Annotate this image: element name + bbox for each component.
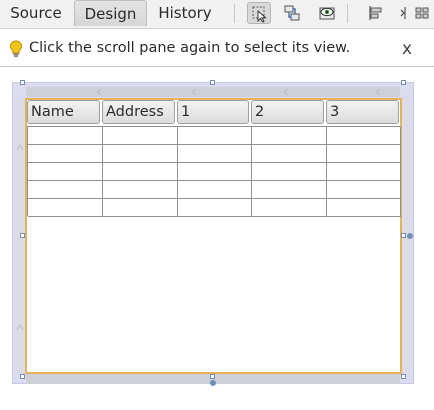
table-cell[interactable]	[327, 163, 401, 181]
table-cell[interactable]	[252, 145, 327, 163]
table-cell[interactable]	[252, 163, 327, 181]
resize-handle-top-right[interactable]	[401, 80, 406, 85]
scroll-pane-left-markers	[16, 144, 24, 331]
scroll-pane-top-markers	[96, 88, 381, 96]
table-cell[interactable]	[103, 199, 178, 217]
table-cell[interactable]	[178, 163, 252, 181]
connection-mode-button[interactable]	[280, 2, 304, 24]
table-cell[interactable]	[252, 181, 327, 199]
table-cell[interactable]	[327, 181, 401, 199]
hint-bar: Click the scroll pane again to select it…	[0, 32, 434, 67]
table-header-2[interactable]: 2	[251, 100, 324, 124]
table-cell[interactable]	[327, 199, 401, 217]
align-more-button[interactable]	[411, 2, 433, 24]
selection-mode-button[interactable]	[247, 2, 271, 24]
anchor-right-icon[interactable]	[407, 233, 413, 239]
tab-design[interactable]: Design	[74, 0, 147, 26]
table-cell[interactable]	[103, 127, 178, 145]
table-header-name[interactable]: Name	[27, 100, 100, 124]
connection-mode-icon	[284, 5, 300, 21]
resize-handle-right[interactable]	[401, 233, 406, 238]
hint-message: Click the scroll pane again to select it…	[29, 40, 351, 56]
resize-handle-top[interactable]	[210, 80, 215, 85]
toolbar-separator	[347, 4, 348, 23]
editor-toolbar: Source Design History	[0, 0, 434, 29]
tab-source[interactable]: Source	[3, 0, 69, 26]
table-cell[interactable]	[327, 145, 401, 163]
table-cell[interactable]	[178, 127, 252, 145]
align-more-icon	[415, 7, 429, 19]
toolbar-separator	[234, 4, 235, 23]
table-cell[interactable]	[252, 127, 327, 145]
table-cell[interactable]	[28, 181, 103, 199]
table-header-1[interactable]: 1	[177, 100, 249, 124]
resize-handle-left[interactable]	[20, 233, 25, 238]
anchor-bottom-icon[interactable]	[210, 380, 216, 386]
selection-mode-icon	[252, 6, 267, 23]
table-cell[interactable]	[327, 127, 401, 145]
resize-handle-bottom[interactable]	[210, 374, 215, 379]
align-left-button[interactable]	[364, 2, 388, 24]
table-cell[interactable]	[28, 127, 103, 145]
table-cell[interactable]	[103, 181, 178, 199]
tab-history[interactable]: History	[152, 0, 218, 26]
table-cell[interactable]	[252, 199, 327, 217]
table-body[interactable]	[27, 126, 401, 217]
lightbulb-icon	[10, 40, 22, 57]
table-cell[interactable]	[103, 163, 178, 181]
table-cell[interactable]	[28, 163, 103, 181]
table-header-address[interactable]: Address	[102, 100, 175, 124]
align-left-icon	[369, 6, 382, 20]
table-cell[interactable]	[178, 145, 252, 163]
table-cell[interactable]	[178, 199, 252, 217]
resize-handle-bottom-left[interactable]	[20, 374, 25, 379]
table-cell[interactable]	[103, 145, 178, 163]
close-hint-button[interactable]: x	[402, 39, 412, 59]
table-header-3[interactable]: 3	[326, 100, 399, 124]
preview-design-icon	[319, 7, 335, 20]
preview-design-button[interactable]	[315, 2, 339, 24]
resize-handle-bottom-right[interactable]	[401, 374, 406, 379]
table-cell[interactable]	[28, 145, 103, 163]
table-cell[interactable]	[178, 181, 252, 199]
resize-handle-top-left[interactable]	[20, 80, 25, 85]
table-cell[interactable]	[28, 199, 103, 217]
